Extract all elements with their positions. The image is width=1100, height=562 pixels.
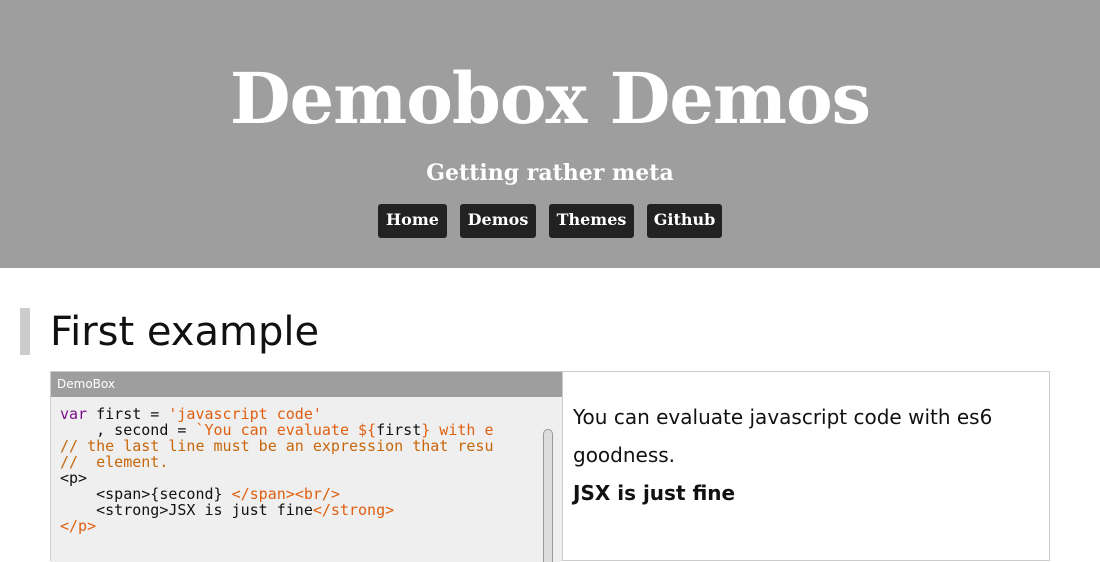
site-title: Demobox Demos xyxy=(229,57,871,140)
demo-output-strong: JSX is just fine xyxy=(573,481,736,505)
code-editor[interactable]: var first = 'javascript code' , second =… xyxy=(51,397,562,562)
code-tag-close: </strong> xyxy=(312,501,395,519)
code-text-segment: <strong>JSX is just fine xyxy=(60,501,313,519)
vertical-scrollbar[interactable] xyxy=(543,429,553,562)
site-subtitle: Getting rather meta xyxy=(426,160,674,186)
editor-pane: DemoBox var first = 'javascript code' , … xyxy=(51,372,563,562)
nav-themes-button[interactable]: Themes xyxy=(549,204,634,238)
demo-output-text: You can evaluate javascript code with es… xyxy=(573,405,993,467)
demobox: DemoBox var first = 'javascript code' , … xyxy=(50,371,1050,562)
section-accent-bar xyxy=(20,308,30,355)
editor-title: DemoBox xyxy=(51,372,562,397)
nav-demos-button[interactable]: Demos xyxy=(460,204,536,238)
nav-github-button[interactable]: Github xyxy=(647,204,722,238)
site-header: Demobox Demos Getting rather meta Home D… xyxy=(0,0,1100,268)
nav-home-button[interactable]: Home xyxy=(378,204,447,238)
code-tag-close: </p> xyxy=(60,517,97,535)
section-title: First example xyxy=(50,309,320,355)
code-text[interactable]: var first = 'javascript code' , second =… xyxy=(60,406,494,534)
